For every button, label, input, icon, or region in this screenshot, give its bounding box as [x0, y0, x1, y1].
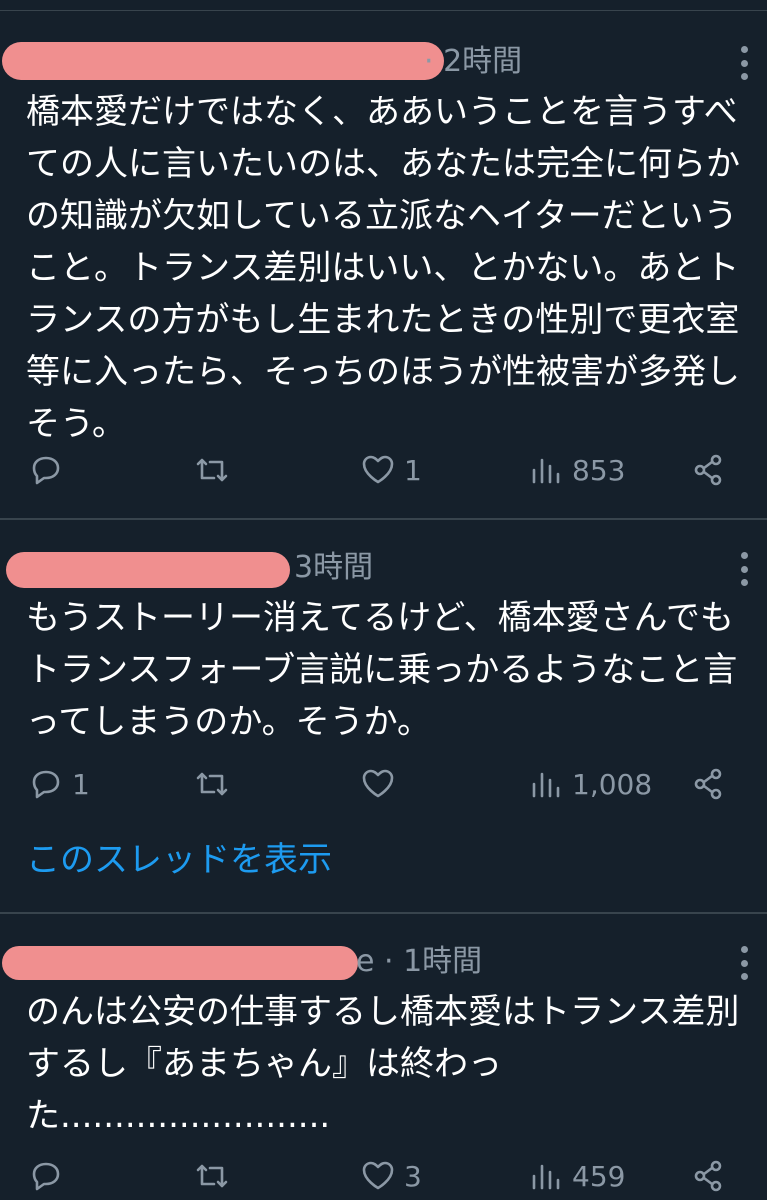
tweet-divider: [0, 912, 767, 914]
more-icon[interactable]: [739, 946, 749, 980]
share-icon: [694, 768, 722, 800]
reply-button[interactable]: [26, 1154, 72, 1198]
show-thread-link[interactable]: このスレッドを表示: [26, 838, 332, 882]
like-button[interactable]: 1: [358, 448, 422, 492]
views-button[interactable]: 853: [526, 448, 625, 492]
like-button[interactable]: 3: [358, 1154, 422, 1198]
redacted-username: [2, 42, 444, 80]
top-divider: [0, 0, 767, 11]
tweet-1-text: 橋本愛だけではなく、ああいうことを言うすべての人に言いたいのは、あなたは完全に何…: [26, 92, 740, 444]
heart-icon: [362, 455, 394, 484]
tweet-1-header: · 2時間: [0, 40, 767, 88]
views-count: 1,008: [572, 767, 653, 801]
tweet-3-actions: 3 459: [0, 1154, 767, 1198]
views-button[interactable]: 459: [526, 1154, 625, 1198]
retweet-button[interactable]: [192, 1154, 238, 1198]
tweet-3-header: e · 1時間: [0, 940, 767, 988]
heart-icon: [362, 1161, 394, 1190]
reply-icon: [32, 456, 60, 485]
views-icon: [532, 772, 560, 798]
retweet-button[interactable]: [192, 762, 238, 806]
tweet-divider: [0, 518, 767, 520]
views-button[interactable]: 1,008: [526, 762, 652, 806]
reply-button[interactable]: [26, 448, 72, 492]
views-icon: [532, 1164, 560, 1190]
like-count: 3: [404, 1159, 422, 1193]
tweet-2-text: もうストーリー消えてるけど、橋本愛さんでもトランスフォーブ言説に乗っかるようなこ…: [26, 598, 738, 742]
redacted-username: [6, 552, 290, 588]
views-count: 853: [572, 453, 626, 487]
tweet-1-actions: 1 853: [0, 448, 767, 492]
reply-button[interactable]: 1: [26, 762, 90, 806]
more-icon[interactable]: [739, 46, 749, 80]
like-button[interactable]: [358, 762, 404, 806]
views-icon: [532, 458, 560, 484]
retweet-icon: [196, 772, 228, 796]
like-count: 1: [404, 453, 422, 487]
share-icon: [694, 1160, 722, 1192]
reply-icon: [32, 770, 60, 799]
retweet-icon: [196, 1164, 228, 1188]
redacted-username: [2, 946, 358, 980]
share-button[interactable]: [688, 762, 728, 806]
tweet-3-time[interactable]: e · 1時間: [356, 942, 482, 982]
tweet-2-time[interactable]: 3時間: [294, 548, 373, 588]
tweet-3-text: のんは公安の仕事するし橋本愛はトランス差別するし『あまちゃん』は終わった....…: [26, 992, 740, 1136]
tweet-2-actions: 1 1,008: [0, 762, 767, 806]
reply-count: 1: [72, 767, 90, 801]
reply-icon: [32, 1162, 60, 1191]
views-count: 459: [572, 1159, 626, 1193]
more-icon[interactable]: [739, 552, 749, 586]
share-icon: [694, 454, 722, 486]
share-button[interactable]: [688, 448, 728, 492]
share-button[interactable]: [688, 1154, 728, 1198]
tweet-2-header: 3時間: [0, 546, 767, 594]
retweet-button[interactable]: [192, 448, 238, 492]
heart-icon: [362, 769, 394, 798]
tweet-1-time[interactable]: · 2時間: [424, 42, 522, 82]
retweet-icon: [196, 458, 228, 482]
